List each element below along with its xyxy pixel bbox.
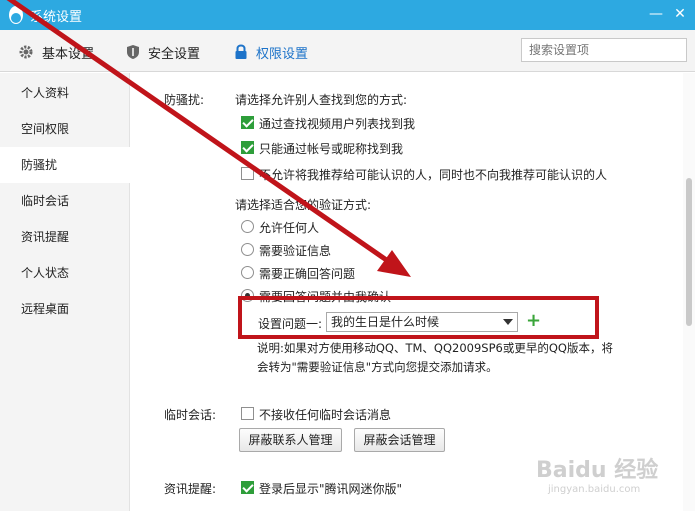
reject-temp-session-checkbox[interactable]	[241, 407, 254, 420]
verify-option-label: 需要正确回答问题	[259, 267, 356, 281]
find-by-video-list-checkbox[interactable]	[241, 116, 254, 129]
close-button[interactable]: ✕	[669, 4, 691, 26]
settings-content: 防骚扰: 请选择允许别人查找到您的方式: 通过查找视频用户列表找到我 只能通过帐…	[131, 73, 695, 511]
verify-note-line2: 会转为"需要验证信息"方式向您提交添加请求。	[257, 360, 498, 374]
tab-label: 权限设置	[256, 46, 309, 62]
scrollbar-thumb[interactable]	[686, 178, 692, 326]
tab-basic-settings[interactable]: 基本设置	[18, 42, 94, 62]
sidebar-item-news-reminder[interactable]: 资讯提醒	[0, 219, 130, 255]
block-contacts-manage-button[interactable]: 屏蔽联系人管理	[239, 428, 342, 452]
tab-label: 基本设置	[42, 46, 95, 62]
verify-need-info-radio[interactable]	[241, 243, 254, 256]
gear-icon	[19, 45, 33, 59]
block-sessions-manage-button[interactable]: 屏蔽会话管理	[354, 428, 445, 452]
title-bar: 系统设置 — ✕	[0, 0, 695, 30]
tab-security-settings[interactable]: 安全设置	[126, 42, 200, 62]
find-option-label: 不允许将我推荐给可能认识的人，同时也不向我推荐可能认识的人	[259, 168, 608, 182]
no-recommend-checkbox[interactable]	[241, 167, 254, 180]
minimize-button[interactable]: —	[645, 4, 667, 26]
sidebar: 个人资料 空间权限 防骚扰 临时会话 资讯提醒 个人状态 远程桌面	[0, 73, 131, 511]
find-option-label: 通过查找视频用户列表找到我	[259, 117, 416, 131]
search-input[interactable]	[521, 38, 687, 62]
settings-tab-bar: 基本设置 安全设置 权限设置	[0, 30, 695, 72]
tab-permission-settings[interactable]: 权限设置	[234, 42, 308, 62]
verify-prompt: 请选择适合您的验证方式:	[235, 198, 372, 212]
sidebar-item-anti-harassment[interactable]: 防骚扰	[0, 147, 131, 183]
sidebar-item-space-permission[interactable]: 空间权限	[0, 111, 130, 147]
temp-session-label: 临时会话:	[164, 408, 217, 422]
watermark-url: jingyan.baidu.com	[548, 484, 641, 495]
verify-allow-anyone-radio[interactable]	[241, 220, 254, 233]
lock-icon	[235, 44, 247, 59]
news-option-label: 登录后显示"腾讯网迷你版"	[259, 482, 403, 496]
news-label: 资讯提醒:	[164, 482, 217, 496]
verify-correct-answer-radio[interactable]	[241, 266, 254, 279]
show-mini-news-checkbox[interactable]	[241, 481, 254, 494]
find-prompt: 请选择允许别人查找到您的方式:	[235, 93, 408, 107]
shield-icon	[127, 45, 139, 59]
tab-label: 安全设置	[148, 46, 201, 62]
find-option-label: 只能通过帐号或昵称找到我	[259, 142, 404, 156]
window-title: 系统设置	[30, 10, 83, 25]
watermark: Baidu 经验	[536, 458, 659, 483]
sidebar-item-temp-session[interactable]: 临时会话	[0, 183, 130, 219]
qq-penguin-icon	[9, 6, 23, 24]
temp-session-option-label: 不接收任何临时会话消息	[259, 408, 392, 422]
anti-harass-label: 防骚扰:	[164, 93, 205, 107]
verify-option-label: 允许任何人	[259, 221, 320, 235]
verify-option-label: 需要验证信息	[259, 244, 332, 258]
verify-note-line1: 说明:如果对方使用移动QQ、TM、QQ2009SP6或更早的QQ版本，将	[257, 341, 613, 355]
sidebar-item-profile[interactable]: 个人资料	[0, 75, 130, 111]
sidebar-item-remote-desktop[interactable]: 远程桌面	[0, 291, 130, 327]
find-by-account-checkbox[interactable]	[241, 141, 254, 154]
annotation-highlight-box	[238, 296, 599, 339]
sidebar-item-personal-status[interactable]: 个人状态	[0, 255, 130, 291]
